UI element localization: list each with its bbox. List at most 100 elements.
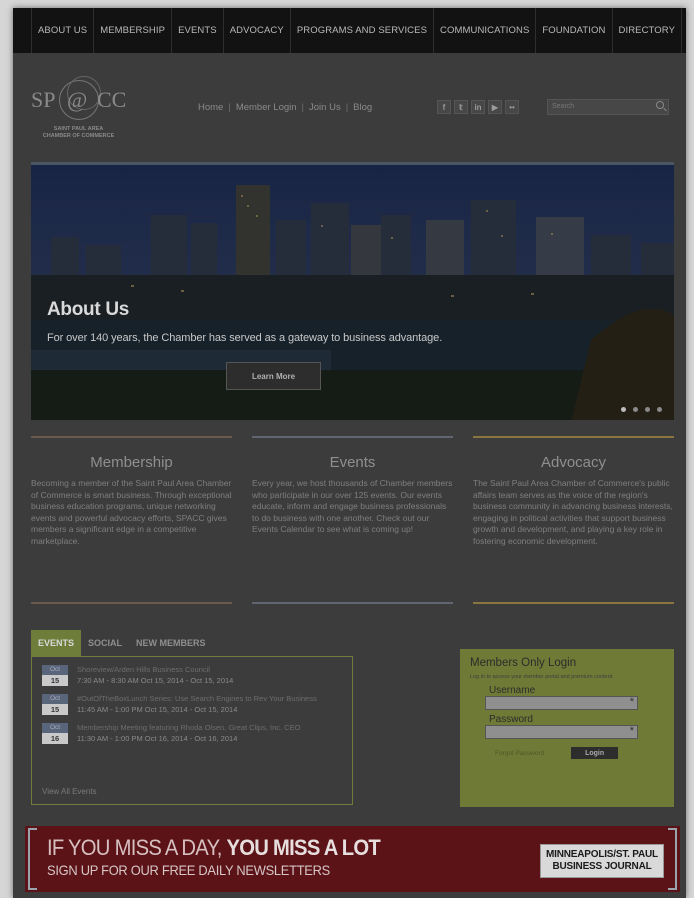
- member-login-link[interactable]: Member Login: [236, 102, 297, 113]
- required-asterisk: *: [629, 725, 634, 737]
- slider-dot[interactable]: [621, 407, 626, 412]
- event-details: #OutOfTheBoxLunch Series: Use Search Eng…: [77, 694, 317, 715]
- password-field[interactable]: *: [485, 725, 638, 739]
- city-skyline-image: [31, 165, 674, 420]
- advocacy-text: The Saint Paul Area Chamber of Commerce'…: [473, 478, 673, 546]
- social-icons: f 𝕥 in ▶ ••: [437, 100, 519, 114]
- nav-membership[interactable]: MEMBERSHIP: [94, 8, 173, 53]
- search-placeholder: Search: [552, 103, 575, 110]
- linkedin-icon[interactable]: in: [471, 100, 485, 114]
- event-time: 11:45 AM - 1:00 PM Oct 15, 2014 - Oct 15…: [77, 704, 238, 714]
- search-input[interactable]: Search: [547, 99, 669, 115]
- events-tabs-widget: EVENTS SOCIAL NEW MEMBERS Oct 15 Shorevi…: [31, 630, 353, 805]
- username-field[interactable]: *: [485, 696, 638, 710]
- header-links: Home | Member Login | Join Us | Blog: [198, 102, 372, 113]
- event-month: Oct: [42, 665, 68, 675]
- spacc-logo[interactable]: SP @ CC SAINT PAUL AREA CHAMBER OF COMME…: [31, 76, 131, 140]
- business-journal-logo-line2: BUSINESS JOURNAL: [552, 861, 652, 872]
- logo-subtitle-line1: SAINT PAUL AREA: [53, 126, 104, 132]
- membership-heading[interactable]: Membership: [31, 454, 232, 471]
- hero-text: For over 140 years, the Chamber has serv…: [47, 332, 443, 344]
- login-note: Log in to access your member portal and …: [470, 674, 614, 680]
- logo-mark: SP @ CC: [31, 76, 131, 120]
- events-panel: Oct 15 Shoreview/Arden Hills Business Co…: [31, 656, 353, 805]
- event-date-badge: Oct 16: [42, 723, 68, 744]
- flickr-icon[interactable]: ••: [505, 100, 519, 114]
- event-title-link[interactable]: Membership Meeting featuring Rhoda Olsen…: [77, 723, 300, 734]
- link-separator: |: [228, 102, 231, 113]
- banner-left-bracket: [28, 828, 37, 890]
- tab-social[interactable]: SOCIAL: [81, 630, 129, 656]
- learn-more-button[interactable]: Learn More: [226, 362, 321, 390]
- event-month: Oct: [42, 694, 68, 704]
- link-separator: |: [345, 102, 349, 113]
- slider-dot[interactable]: [633, 407, 638, 412]
- column-rule-top: [252, 436, 453, 438]
- column-rule-bottom: [31, 602, 232, 604]
- login-button[interactable]: Login: [571, 747, 619, 759]
- top-navigation: ABOUT US MEMBERSHIP EVENTS ADVOCACY PROG…: [13, 8, 686, 53]
- logo-subtitle-line2: CHAMBER OF COMMERCE: [42, 133, 115, 139]
- events-text: Every year, we host thousands of Chamber…: [252, 478, 453, 534]
- banner-headline: IF YOU MISS A DAY, YOU MISS A LOT: [47, 835, 381, 861]
- nav-programs-and-services[interactable]: PROGRAMS AND SERVICES: [291, 8, 435, 53]
- login-actions: Forgot Password Login: [495, 747, 664, 759]
- logo-letters-cc: CC: [97, 87, 127, 112]
- event-item[interactable]: Oct 15 Shoreview/Arden Hills Business Co…: [42, 665, 342, 686]
- column-rule-bottom: [252, 602, 453, 604]
- twitter-icon[interactable]: 𝕥: [454, 100, 468, 114]
- blog-link[interactable]: Blog: [353, 102, 372, 113]
- required-asterisk: *: [629, 696, 634, 708]
- business-journal-logo-line1: MINNEAPOLIS/ST. PAUL: [546, 849, 658, 860]
- event-time: 7:30 AM - 8:30 AM Oct 15, 2014 - Oct 15,…: [77, 675, 234, 685]
- nav-advocacy[interactable]: ADVOCACY: [224, 8, 291, 53]
- events-column: Events Every year, we host thousands of …: [252, 436, 453, 604]
- username-label: Username: [489, 685, 536, 696]
- view-all-events-link[interactable]: View All Events: [42, 787, 97, 796]
- event-month: Oct: [42, 723, 68, 733]
- events-heading[interactable]: Events: [252, 454, 453, 471]
- nav-events[interactable]: EVENTS: [172, 8, 224, 53]
- membership-column: Membership Becoming a member of the Sain…: [31, 436, 232, 604]
- event-time: 11:30 AM - 1:00 PM Oct 16, 2014 - Oct 16…: [77, 733, 238, 743]
- logo-subtitle: SAINT PAUL AREA CHAMBER OF COMMERCE: [31, 126, 126, 140]
- newsletter-ad-banner[interactable]: IF YOU MISS A DAY, YOU MISS A LOT SIGN U…: [25, 826, 680, 892]
- tab-new-members[interactable]: NEW MEMBERS: [129, 630, 213, 656]
- tab-bar: EVENTS SOCIAL NEW MEMBERS: [31, 630, 353, 656]
- logo-letters-sp: SP: [31, 87, 56, 112]
- membership-text: Becoming a member of the Saint Paul Area…: [31, 478, 232, 546]
- slider-dot[interactable]: [645, 407, 650, 412]
- business-journal-logo: MINNEAPOLIS/ST. PAUL BUSINESS JOURNAL: [540, 844, 664, 878]
- search-icon[interactable]: [656, 101, 664, 109]
- advocacy-heading[interactable]: Advocacy: [473, 454, 674, 471]
- advocacy-column: Advocacy The Saint Paul Area Chamber of …: [473, 436, 674, 604]
- tab-events[interactable]: EVENTS: [31, 630, 82, 656]
- banner-headline-b: YOU MISS A LOT: [226, 835, 381, 860]
- banner-subline: SIGN UP FOR OUR FREE DAILY NEWSLETTERS: [47, 862, 330, 878]
- nav-foundation[interactable]: FOUNDATION: [536, 8, 613, 53]
- nav-communications[interactable]: COMMUNICATIONS: [434, 8, 537, 53]
- nav-about-us[interactable]: ABOUT US: [31, 8, 95, 53]
- nav-directory[interactable]: DIRECTORY: [613, 8, 683, 53]
- browser-page: ABOUT US MEMBERSHIP EVENTS ADVOCACY PROG…: [13, 8, 686, 898]
- login-title: Members Only Login: [470, 657, 577, 669]
- slider-dots: [621, 407, 662, 412]
- logo-at-symbol: @: [67, 87, 88, 112]
- event-title-link[interactable]: Shoreview/Arden Hills Business Council: [77, 665, 233, 676]
- link-separator: |: [301, 102, 305, 113]
- youtube-icon[interactable]: ▶: [488, 100, 502, 114]
- event-date-badge: Oct 15: [42, 665, 68, 686]
- event-details: Membership Meeting featuring Rhoda Olsen…: [77, 723, 300, 744]
- event-title-link[interactable]: #OutOfTheBoxLunch Series: Use Search Eng…: [77, 694, 317, 705]
- join-us-link[interactable]: Join Us: [309, 102, 341, 113]
- home-link[interactable]: Home: [198, 102, 223, 113]
- forgot-password-link[interactable]: Forgot Password: [495, 750, 544, 757]
- event-item[interactable]: Oct 16 Membership Meeting featuring Rhod…: [42, 723, 342, 744]
- hero-title: About Us: [47, 299, 130, 320]
- event-date-badge: Oct 15: [42, 694, 68, 715]
- facebook-icon[interactable]: f: [437, 100, 451, 114]
- slider-dot[interactable]: [657, 407, 662, 412]
- event-details: Shoreview/Arden Hills Business Council 7…: [77, 665, 233, 686]
- event-item[interactable]: Oct 15 #OutOfTheBoxLunch Series: Use Sea…: [42, 694, 342, 715]
- banner-headline-a: IF YOU MISS A DAY,: [47, 835, 227, 860]
